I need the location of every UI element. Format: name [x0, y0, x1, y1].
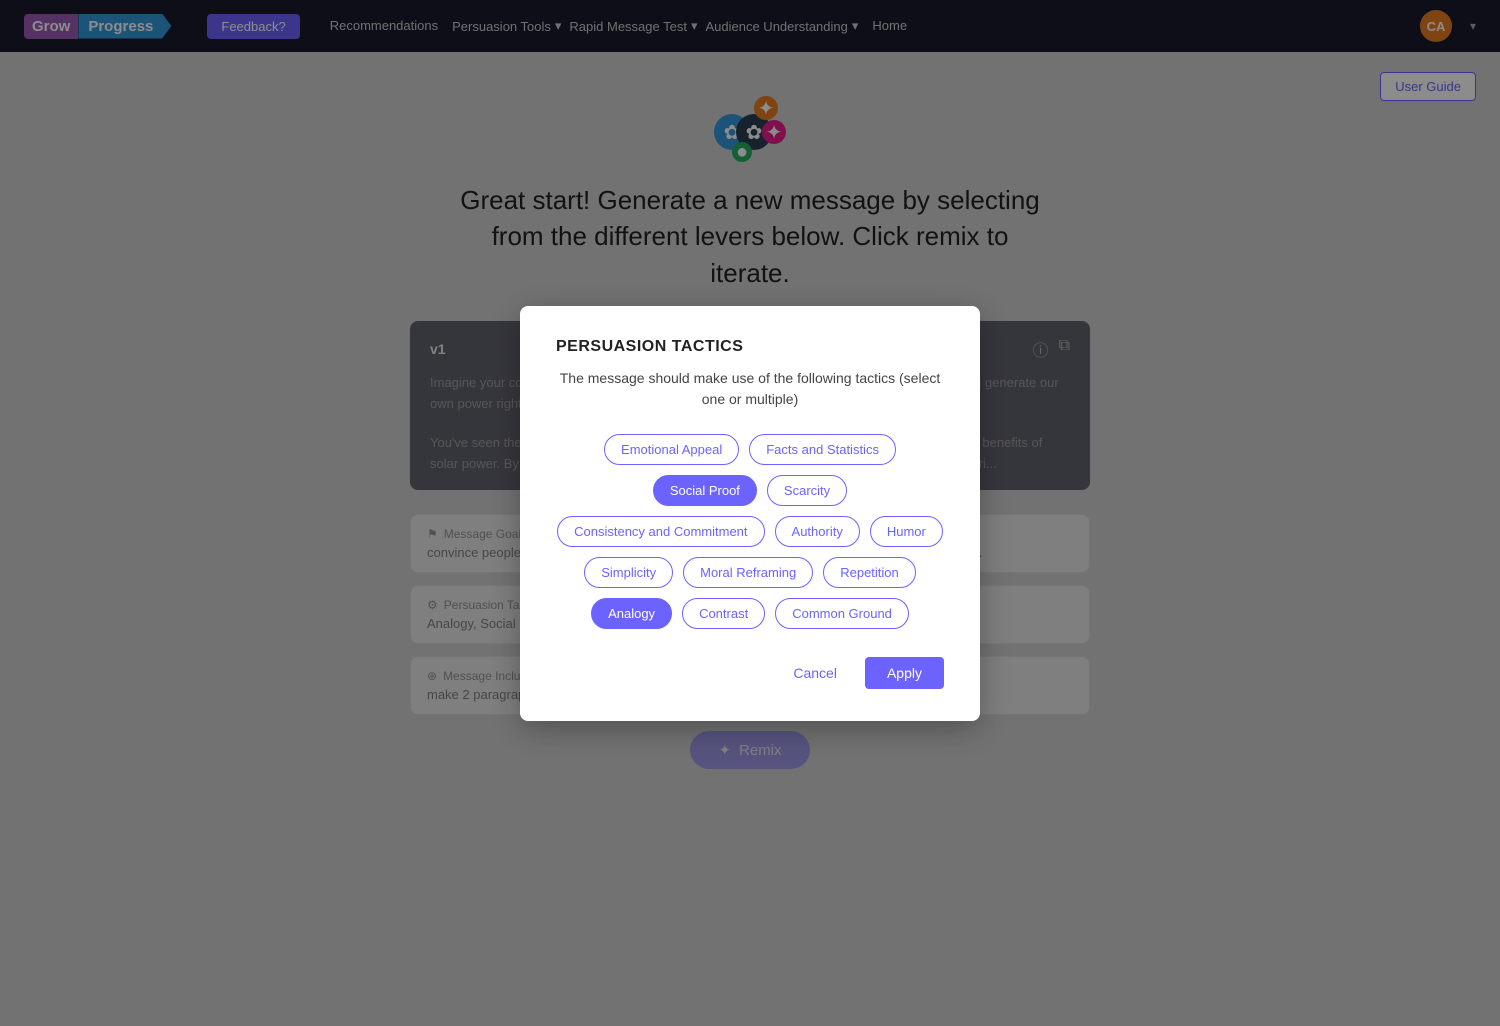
tactic-btn-social-proof[interactable]: Social Proof — [653, 475, 757, 506]
modal-actions: Cancel Apply — [556, 657, 944, 689]
tactic-btn-facts-and-statistics[interactable]: Facts and Statistics — [749, 434, 896, 465]
tactic-btn-humor[interactable]: Humor — [870, 516, 943, 547]
tactic-btn-common-ground[interactable]: Common Ground — [775, 598, 909, 629]
cancel-button[interactable]: Cancel — [777, 657, 853, 689]
tactics-grid: Emotional Appeal Facts and Statistics Soci… — [556, 434, 944, 629]
tactic-btn-simplicity[interactable]: Simplicity — [584, 557, 673, 588]
tactic-btn-authority[interactable]: Authority — [775, 516, 860, 547]
tactic-btn-moral-reframing[interactable]: Moral Reframing — [683, 557, 813, 588]
persuasion-tactics-modal: PERSUASION TACTICS The message should ma… — [520, 306, 980, 721]
modal-title: PERSUASION TACTICS — [556, 338, 944, 356]
tactic-btn-analogy[interactable]: Analogy — [591, 598, 672, 629]
tactic-btn-repetition[interactable]: Repetition — [823, 557, 916, 588]
apply-button[interactable]: Apply — [865, 657, 944, 689]
tactic-btn-scarcity[interactable]: Scarcity — [767, 475, 847, 506]
tactic-btn-emotional-appeal[interactable]: Emotional Appeal — [604, 434, 739, 465]
modal-overlay[interactable]: PERSUASION TACTICS The message should ma… — [0, 0, 1500, 1026]
modal-subtitle: The message should make use of the follo… — [556, 368, 944, 410]
tactic-btn-contrast[interactable]: Contrast — [682, 598, 765, 629]
tactic-btn-consistency-and-commitment[interactable]: Consistency and Commitment — [557, 516, 764, 547]
